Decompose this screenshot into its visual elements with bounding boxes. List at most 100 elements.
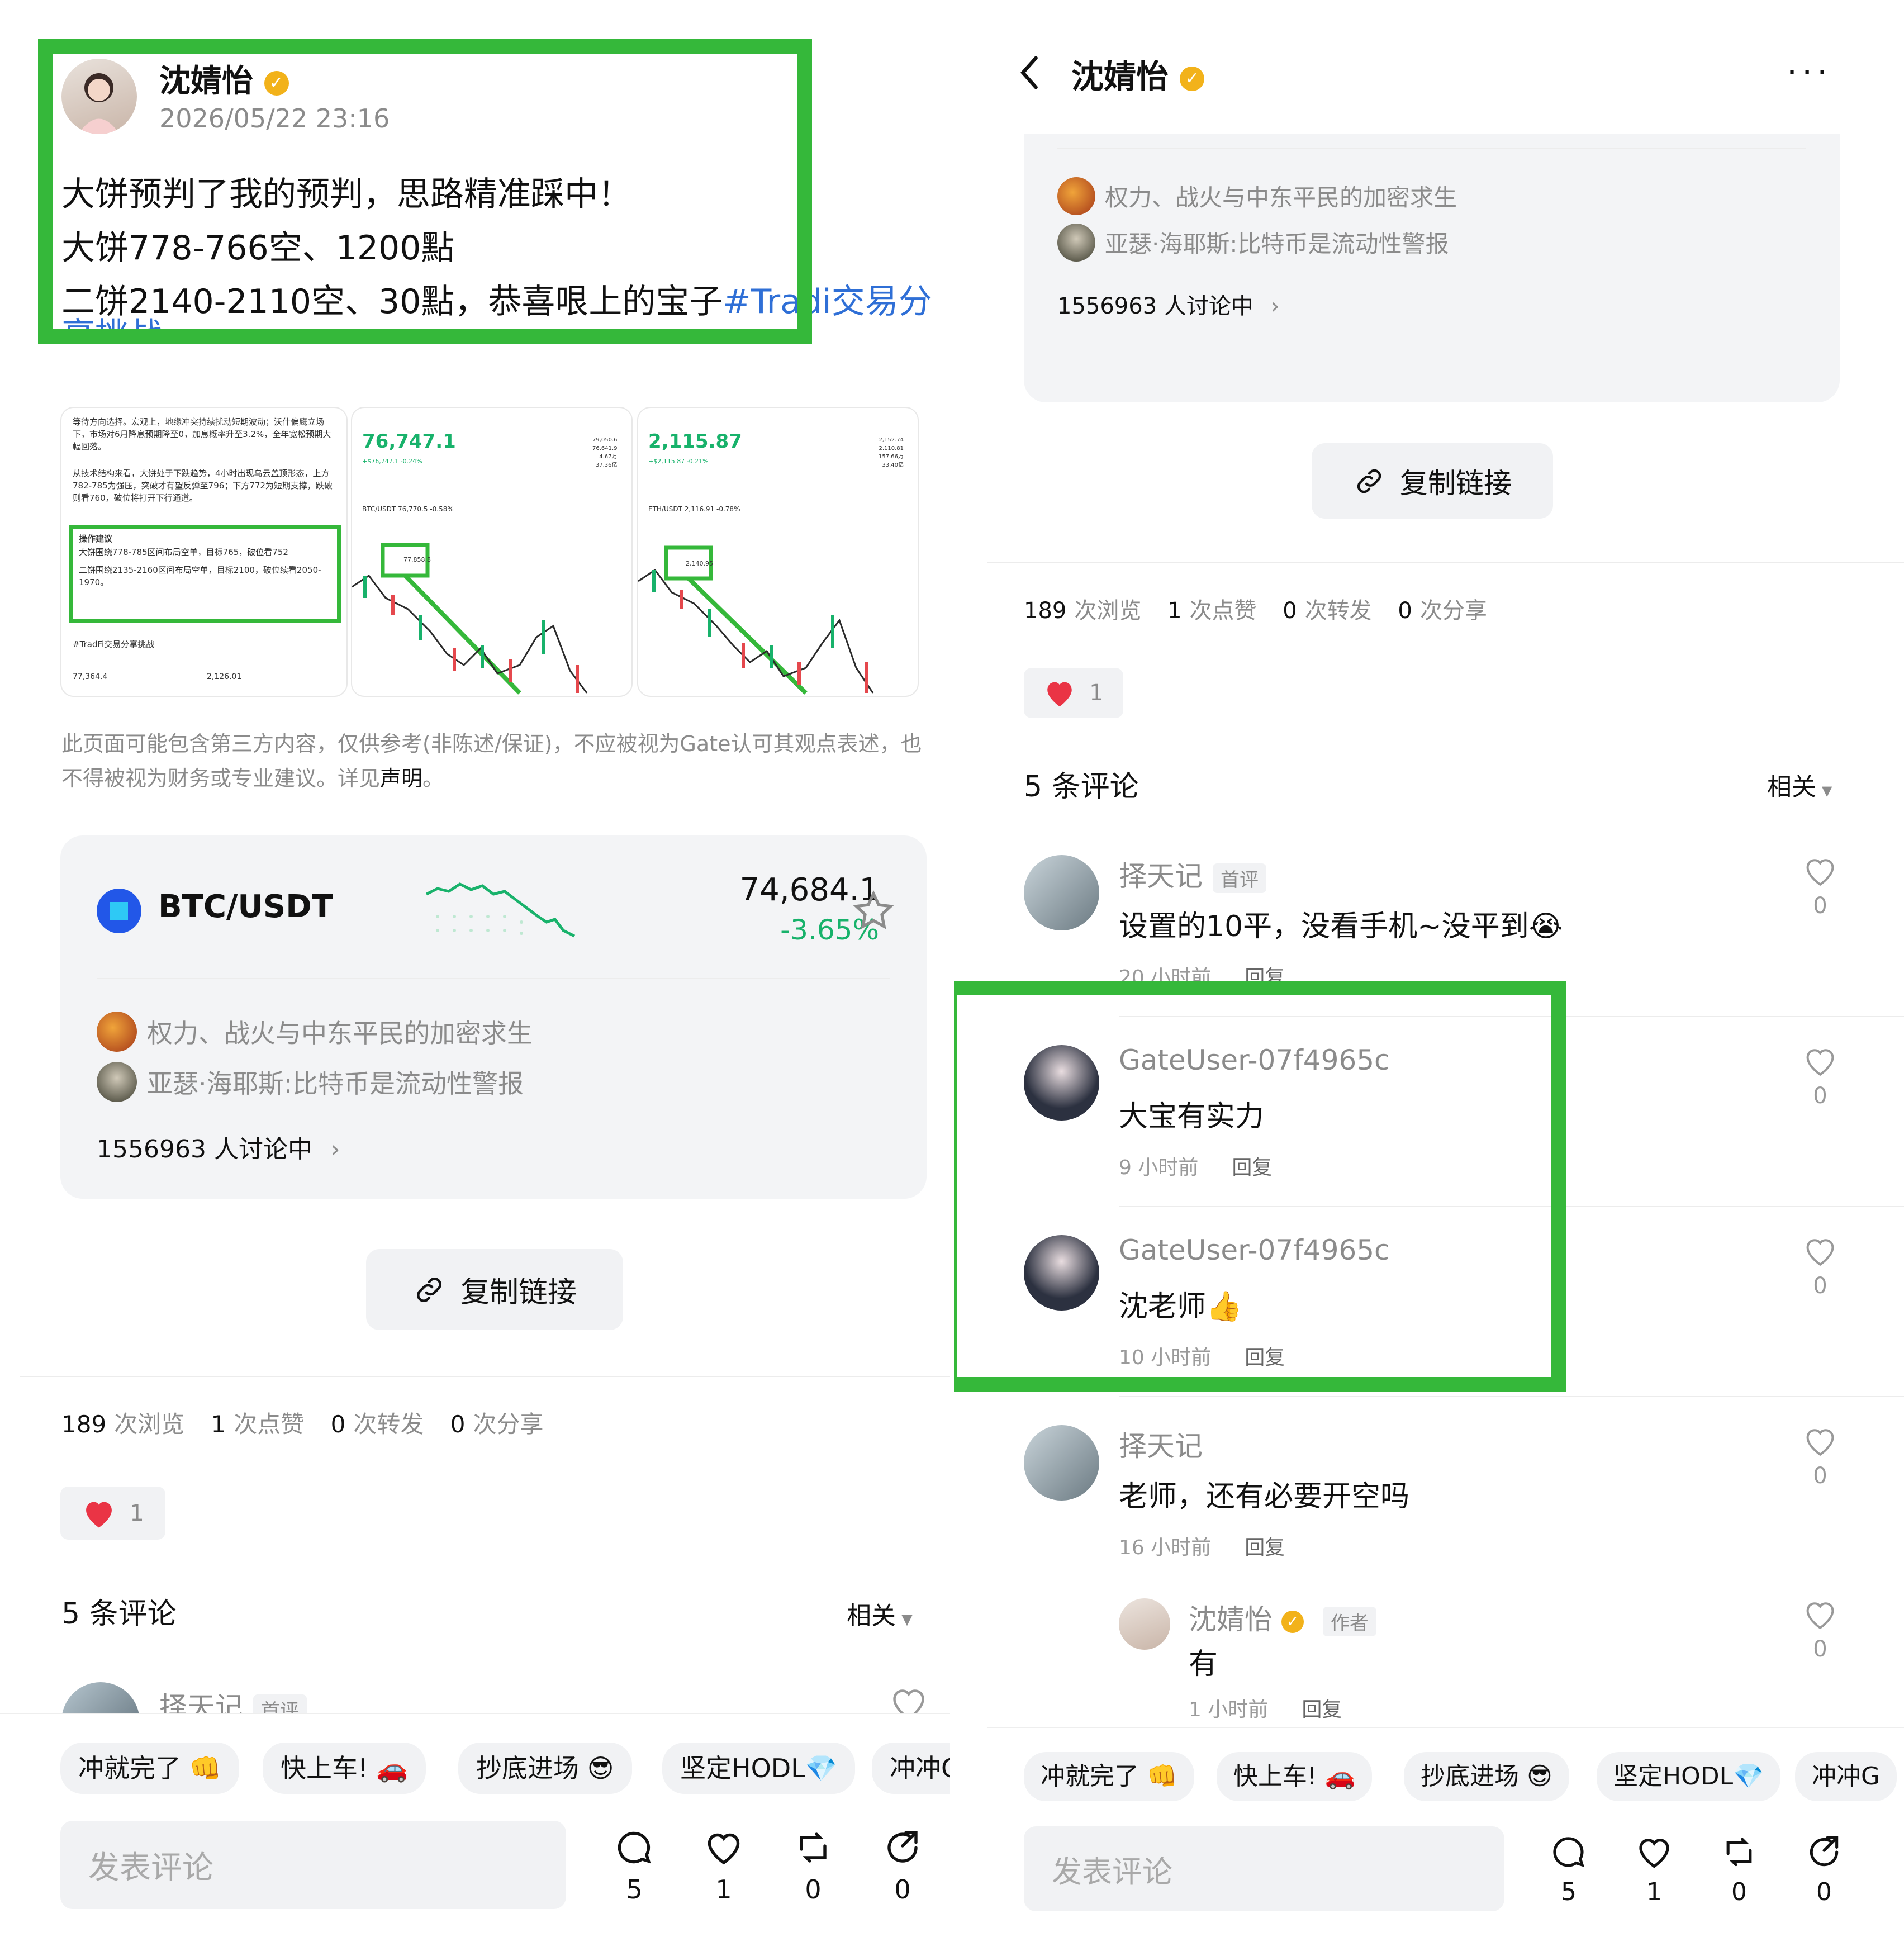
reply-author[interactable]: 沈婧怡 ✓ 作者 — [1189, 1597, 1376, 1637]
comment-avatar[interactable] — [1024, 855, 1099, 930]
comment-author[interactable]: 择天记 — [1119, 1424, 1203, 1464]
ticker-divider — [97, 978, 890, 979]
ticker-divider — [1057, 148, 1806, 149]
topic-1-avatar — [97, 1012, 137, 1052]
comment-input[interactable]: 发表评论 — [1024, 1826, 1504, 1911]
thumb1-price-a: 77,364.4 — [73, 672, 108, 681]
reaction-pill[interactable]: 1 — [60, 1487, 165, 1540]
reaction-pill[interactable]: 1 — [1024, 668, 1123, 718]
comment-like[interactable]: 0 — [1798, 1045, 1843, 1109]
thumb3-box-label: 2,140.95 — [686, 560, 713, 567]
image-thumbnail-3[interactable]: 2,115.87 +$2,115.87 -0.21% ETH/USDT 2,11… — [637, 407, 919, 697]
reply-link[interactable]: 回复 — [1302, 1698, 1342, 1721]
share-action[interactable]: 0 — [872, 1827, 933, 1905]
discussing-count[interactable]: 1556963 人讨论中 › — [97, 1129, 340, 1165]
btc-coin-icon — [97, 889, 141, 933]
heart-filled-icon — [86, 1502, 112, 1527]
comment-action[interactable]: 5 — [1538, 1833, 1599, 1906]
link-icon — [1357, 469, 1381, 493]
verified-badge-icon: ✓ — [1281, 1610, 1304, 1633]
reply-text: 有 — [1189, 1648, 1218, 1681]
thumb1-suggestion-box: 操作建议 大饼围绕778-785区间布局空单，目标765，破位看752 二饼围绕… — [69, 525, 341, 623]
thumb2-change: +$76,747.1 -0.24% — [362, 458, 422, 465]
author-tag: 作者 — [1322, 1607, 1376, 1636]
topic-1-avatar — [1057, 177, 1095, 215]
disclaimer-link[interactable]: 声明 — [380, 766, 422, 791]
quick-reply-chip-1[interactable]: 冲就完了 👊 — [1024, 1752, 1194, 1801]
ticker-pair: BTC/USDT — [158, 889, 333, 925]
quick-reply-chip-4[interactable]: 坚定HODL💎 — [662, 1743, 856, 1794]
reaction-count: 1 — [130, 1500, 144, 1526]
quick-reply-chip-3[interactable]: 抄底进场 😎 — [458, 1743, 632, 1794]
heart-filled-icon — [1047, 682, 1072, 707]
repost-action[interactable]: 0 — [782, 1827, 844, 1905]
comment-divider — [1119, 1396, 1904, 1397]
thumb1-price-b: 2,126.01 — [207, 672, 242, 681]
reaction-count: 1 — [1089, 680, 1104, 706]
reply-link[interactable]: 回复 — [1245, 1536, 1285, 1559]
copy-link-button[interactable]: 复制链接 — [1312, 443, 1553, 519]
caret-down-icon: ▼ — [1822, 783, 1832, 799]
copy-link-button[interactable]: 复制链接 — [366, 1249, 623, 1330]
hashtag-link-cont[interactable]: i交易分 — [822, 282, 932, 321]
comment-author[interactable]: 择天记 首评 — [1119, 854, 1266, 894]
quick-reply-chip-1[interactable]: 冲就完了 👊 — [60, 1743, 239, 1794]
quick-reply-chip-4[interactable]: 坚定HODL💎 — [1597, 1752, 1780, 1801]
thumb2-pair: BTC/USDT 76,770.5 -0.58% — [362, 505, 454, 513]
image-thumbnail-2[interactable]: 76,747.1 +$76,747.1 -0.24% BTC/USDT 76,7… — [351, 407, 633, 697]
discussing-count[interactable]: 1556963 人讨论中 › — [1057, 288, 1280, 320]
heart-outline-icon — [1806, 859, 1834, 886]
reply-avatar[interactable] — [1119, 1598, 1170, 1650]
comment-text: 老师，还有必要开空吗 — [1119, 1480, 1410, 1513]
comment-action[interactable]: 5 — [604, 1827, 665, 1905]
share-action[interactable]: 0 — [1793, 1833, 1855, 1906]
topic-2[interactable]: 亚瑟·海耶斯:比特币是流动性警报 — [1105, 225, 1449, 259]
section-divider — [20, 1376, 950, 1377]
topic-2-avatar — [97, 1062, 137, 1102]
topic-1[interactable]: 权力、战火与中东平民的加密求生 — [147, 1013, 533, 1050]
thumb3-candles: 2,140.95 — [638, 545, 874, 695]
heart-outline-icon — [1806, 1429, 1834, 1456]
like-action[interactable]: 1 — [1623, 1833, 1685, 1906]
sort-dropdown[interactable]: 相关 ▼ — [847, 1596, 913, 1631]
heart-outline-icon — [1806, 1239, 1834, 1266]
quick-reply-chip-3[interactable]: 抄底进场 😎 — [1404, 1752, 1569, 1801]
chevron-right-icon: › — [1270, 293, 1280, 319]
section-divider — [987, 562, 1904, 563]
quick-reply-chip-2[interactable]: 快上车! 🚗 — [1217, 1752, 1373, 1801]
image-thumbnail-1[interactable]: 等待方向选择。宏观上，地缘冲突持续扰动短期波动；沃什偏鹰立场下，市场对6月降息预… — [60, 407, 348, 697]
disclaimer-end: 。 — [422, 766, 444, 791]
repost-action[interactable]: 0 — [1708, 1833, 1770, 1906]
comment-avatar[interactable] — [1024, 1425, 1099, 1501]
ticker-card[interactable]: BTC/USDT 74,684.1 -3.65% 权力、战火与中东平民的加密求生… — [60, 835, 927, 1199]
nav-title[interactable]: 沈婧怡 — [1071, 58, 1169, 96]
repost-icon — [800, 1832, 827, 1863]
quick-reply-chip-2[interactable]: 快上车! 🚗 — [263, 1743, 426, 1794]
comment-like[interactable]: 0 — [1798, 855, 1843, 919]
thumb3-change: +$2,115.87 -0.21% — [648, 458, 709, 465]
quick-reply-chip-5[interactable]: 冲冲G — [1795, 1752, 1897, 1801]
copy-link-label: 复制链接 — [460, 1276, 577, 1309]
share-icon — [887, 1831, 918, 1863]
topic-2[interactable]: 亚瑟·海耶斯:比特币是流动性警报 — [147, 1064, 524, 1100]
reply-like[interactable]: 0 — [1798, 1598, 1843, 1662]
thumb3-pair: ETH/USDT 2,116.91 -0.78% — [648, 505, 740, 513]
heart-outline-icon — [1806, 1049, 1834, 1076]
quick-reply-chip-5[interactable]: 冲冲G — [872, 1743, 950, 1794]
star-icon[interactable] — [851, 889, 896, 933]
thumb2-price: 76,747.1 — [362, 430, 456, 453]
reply-meta: 1 小时前 回复 — [1189, 1698, 1342, 1721]
topic-1[interactable]: 权力、战火与中东平民的加密求生 — [1105, 179, 1457, 213]
right-screenshot: -3.65% 权力、战火与中东平民的加密求生 亚瑟·海耶斯:比特币是流动性警报 … — [954, 0, 1904, 1956]
more-options-icon[interactable]: ··· — [1787, 53, 1832, 92]
post-stats: 189 次浏览 1 次点赞 0 次转发 0 次分享 — [1024, 598, 1487, 624]
comments-title: 5 条评论 — [1024, 770, 1139, 804]
thumb2-candles: 77,858.8 — [352, 543, 588, 695]
sort-dropdown[interactable]: 相关 ▼ — [1767, 767, 1832, 803]
back-arrow-icon[interactable] — [1015, 53, 1043, 92]
comment-like[interactable]: 0 — [1798, 1425, 1843, 1489]
like-action[interactable]: 1 — [693, 1827, 754, 1905]
highlight-box-post — [38, 39, 812, 344]
comment-like[interactable]: 0 — [1798, 1235, 1843, 1299]
comment-input[interactable]: 发表评论 — [60, 1821, 566, 1909]
